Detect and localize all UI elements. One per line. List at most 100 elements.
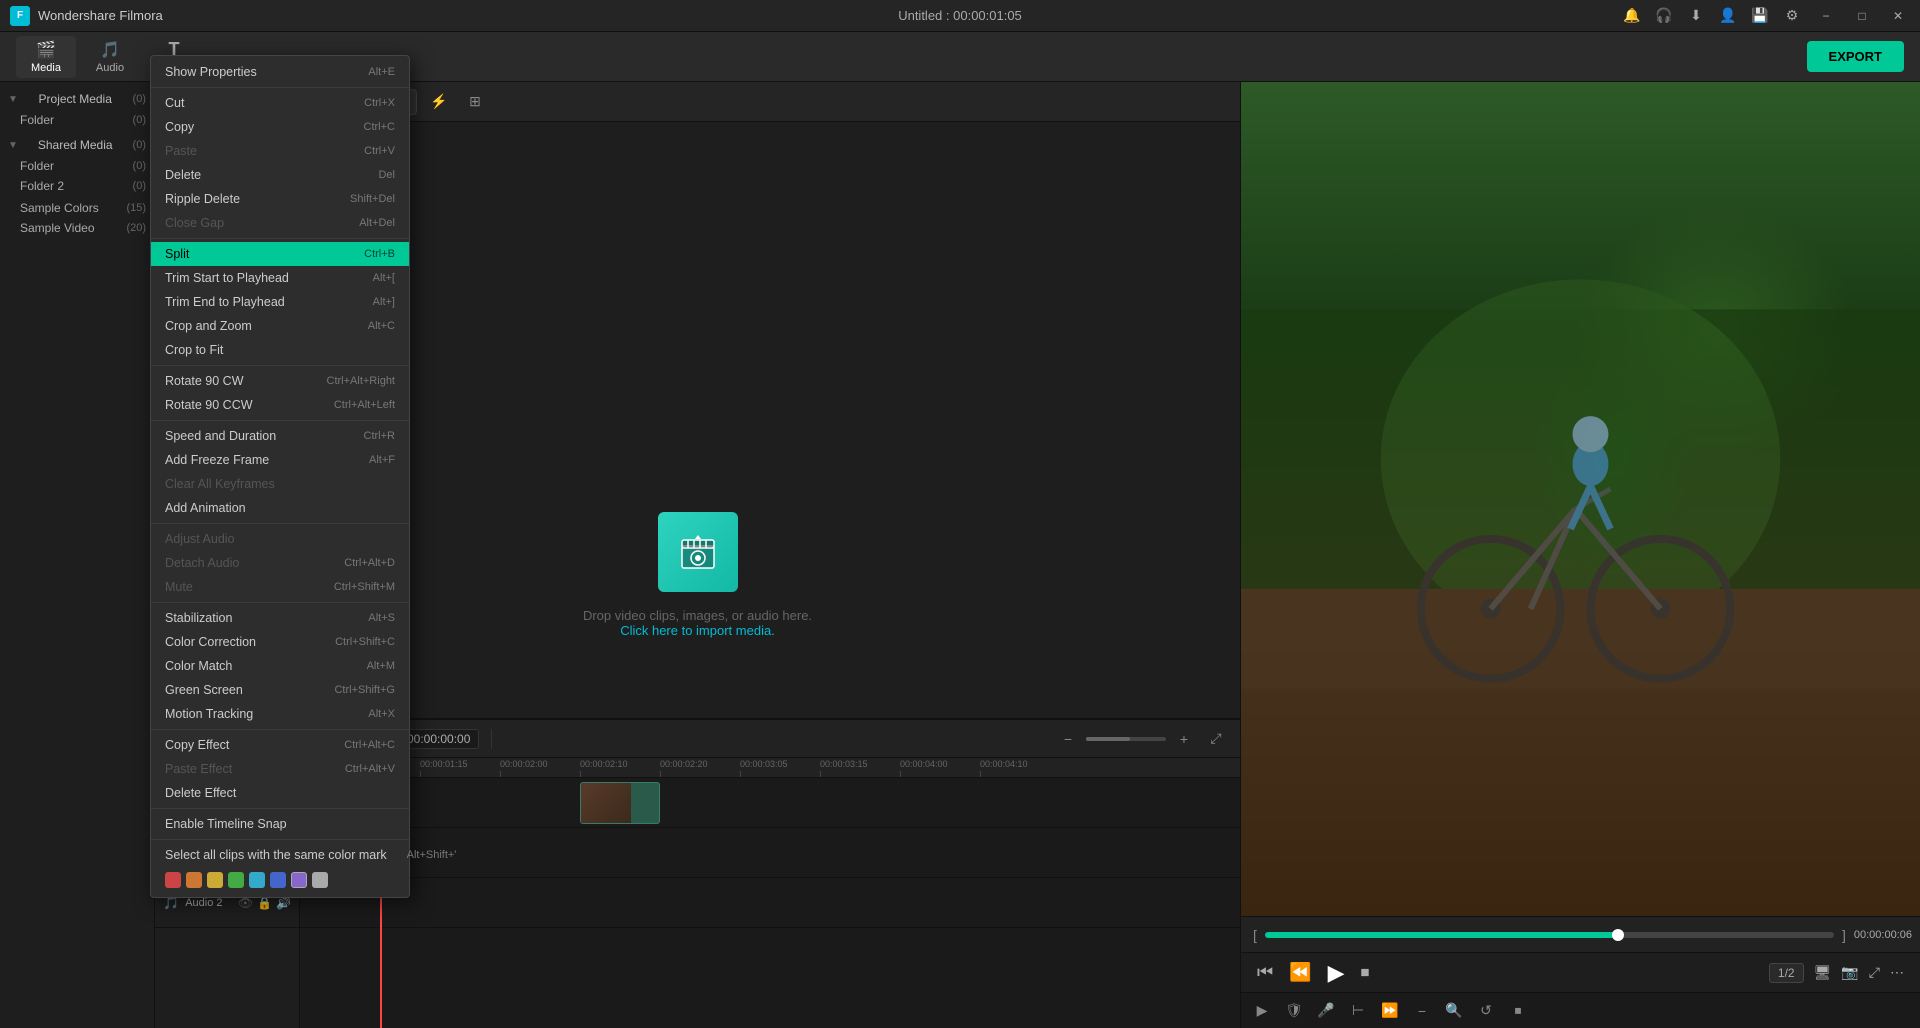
more-btn[interactable]: ⋯: [1890, 964, 1904, 981]
frame-back-btn[interactable]: ⏪: [1289, 962, 1311, 983]
ctx-motion-tracking[interactable]: Motion Tracking Alt+X: [151, 702, 409, 726]
color-mark-orange[interactable]: [186, 872, 202, 888]
color-mark-yellow[interactable]: [207, 872, 223, 888]
ctx-enable-snap[interactable]: Enable Timeline Snap: [151, 812, 409, 836]
filter-icon[interactable]: ⚡: [425, 88, 453, 116]
color-mark-red[interactable]: [165, 872, 181, 888]
project-media-folder[interactable]: Folder (0): [0, 110, 154, 130]
ctx-freeze-frame[interactable]: Add Freeze Frame Alt+F: [151, 448, 409, 472]
ctx-paste: Paste Ctrl+V: [151, 139, 409, 163]
project-media-arrow: [8, 94, 18, 105]
sec-speed-icon[interactable]: ⏩: [1377, 998, 1403, 1024]
import-clapper-icon[interactable]: [658, 512, 738, 592]
color-mark-cyan[interactable]: [249, 872, 265, 888]
ctx-speed-duration[interactable]: Speed and Duration Ctrl+R: [151, 424, 409, 448]
ctx-crop-zoom[interactable]: Crop and Zoom Alt+C: [151, 314, 409, 338]
ctx-rotate-cw[interactable]: Rotate 90 CW Ctrl+Alt+Right: [151, 369, 409, 393]
video-preview-image: [1241, 82, 1920, 916]
progress-knob[interactable]: [1612, 929, 1624, 941]
ctx-green-screen[interactable]: Green Screen Ctrl+Shift+G: [151, 678, 409, 702]
tl-zoom: − + ⤢: [1054, 725, 1230, 753]
tl-fullscreen[interactable]: ⤢: [1202, 725, 1230, 753]
sec-loop-icon[interactable]: ↺: [1473, 998, 1499, 1024]
right-panel: [ ] 00:00:00:06 ⏮ ⏪ ▶ ⏹ 1/2 🖥 📷 ⤢ ⋯ ▶ 🛡: [1240, 82, 1920, 1028]
video-controls-bar: [ ] 00:00:00:06: [1241, 916, 1920, 952]
headphone-icon[interactable]: 🎧: [1654, 6, 1674, 26]
sec-zoom-icon[interactable]: 🔍: [1441, 998, 1467, 1024]
skip-back-btn[interactable]: ⏮: [1257, 962, 1273, 983]
bracket-left-btn[interactable]: [: [1249, 927, 1261, 943]
grid-view-icon[interactable]: ⊞: [461, 88, 489, 116]
sample-colors-item[interactable]: Sample Colors (15): [0, 198, 154, 218]
audio-tab-icon: 🎵: [100, 40, 120, 60]
ctx-mute: Mute Ctrl+Shift+M: [151, 575, 409, 599]
ctx-copy[interactable]: Copy Ctrl+C: [151, 115, 409, 139]
sec-shield-icon[interactable]: 🛡: [1281, 998, 1307, 1024]
notification-icon[interactable]: 🔔: [1622, 6, 1642, 26]
save-icon[interactable]: 💾: [1750, 6, 1770, 26]
playback-ratio[interactable]: 1/2: [1769, 963, 1804, 983]
import-line2[interactable]: Click here to import media.: [583, 623, 812, 638]
playbar-right: 1/2 🖥 📷 ⤢ ⋯: [1769, 963, 1904, 983]
sec-play-icon[interactable]: ▶: [1249, 998, 1275, 1024]
shared-media-header[interactable]: Shared Media (0): [0, 134, 154, 156]
sec-stop2-icon[interactable]: ⏹: [1505, 998, 1531, 1024]
tl-clip-2[interactable]: [580, 782, 660, 824]
tl-zoom-bar[interactable]: [1086, 737, 1166, 741]
color-mark-gray[interactable]: [312, 872, 328, 888]
snapshot-btn[interactable]: 📷: [1841, 964, 1858, 981]
color-mark-purple[interactable]: [291, 872, 307, 888]
media-tab-label: Media: [31, 62, 61, 74]
sec-mic-icon[interactable]: 🎤: [1313, 998, 1339, 1024]
progress-bar[interactable]: [1265, 932, 1834, 938]
color-mark-blue[interactable]: [270, 872, 286, 888]
sec-minus-icon[interactable]: −: [1409, 998, 1435, 1024]
project-media-folder-count: (0): [133, 114, 146, 126]
export-button[interactable]: EXPORT: [1807, 41, 1904, 72]
ctx-color-correction[interactable]: Color Correction Ctrl+Shift+C: [151, 630, 409, 654]
ctx-cut[interactable]: Cut Ctrl+X: [151, 91, 409, 115]
fullscreen-btn[interactable]: ⤢: [1869, 964, 1880, 981]
screen-btn[interactable]: 🖥: [1814, 964, 1832, 981]
close-button[interactable]: ✕: [1886, 6, 1910, 26]
tab-media[interactable]: 🎬 Media: [16, 36, 76, 78]
minimize-button[interactable]: −: [1814, 6, 1838, 26]
sec-split-icon[interactable]: ⊢: [1345, 998, 1371, 1024]
sample-video-count: (20): [126, 222, 146, 234]
video-time: 00:00:00:06: [1854, 929, 1912, 941]
shared-media-label: Shared Media: [38, 138, 113, 152]
sample-video-item[interactable]: Sample Video (20): [0, 218, 154, 238]
ctx-crop-fit[interactable]: Crop to Fit: [151, 338, 409, 362]
ctx-show-properties[interactable]: Show Properties Alt+E: [151, 60, 409, 84]
play-btn[interactable]: ▶: [1328, 960, 1345, 986]
tl-zoom-in[interactable]: +: [1170, 725, 1198, 753]
ctx-trim-end[interactable]: Trim End to Playhead Alt+]: [151, 290, 409, 314]
ctx-trim-start[interactable]: Trim Start to Playhead Alt+[: [151, 266, 409, 290]
shared-media-folder[interactable]: Folder (0): [0, 156, 154, 176]
ctx-ripple-delete[interactable]: Ripple Delete Shift+Del: [151, 187, 409, 211]
ctx-select-color-mark[interactable]: Select all clips with the same color mar…: [151, 843, 409, 867]
shared-media-folder2[interactable]: Folder 2 (0): [0, 176, 154, 196]
download-icon[interactable]: ⬇: [1686, 6, 1706, 26]
ctx-delete[interactable]: Delete Del: [151, 163, 409, 187]
color-mark-green[interactable]: [228, 872, 244, 888]
ctx-color-match[interactable]: Color Match Alt+M: [151, 654, 409, 678]
tab-audio[interactable]: 🎵 Audio: [80, 36, 140, 78]
ctx-copy-effect[interactable]: Copy Effect Ctrl+Alt+C: [151, 733, 409, 757]
stop-btn[interactable]: ⏹: [1361, 962, 1370, 983]
video-play-bar: ⏮ ⏪ ▶ ⏹ 1/2 🖥 📷 ⤢ ⋯: [1241, 952, 1920, 992]
ctx-stabilization[interactable]: Stabilization Alt+S: [151, 606, 409, 630]
settings-icon[interactable]: ⚙: [1782, 6, 1802, 26]
project-media-header[interactable]: Project Media (0): [0, 88, 154, 110]
tl-zoom-out[interactable]: −: [1054, 725, 1082, 753]
ctx-detach-audio: Detach Audio Ctrl+Alt+D: [151, 551, 409, 575]
ctx-add-animation[interactable]: Add Animation: [151, 496, 409, 520]
ctx-split[interactable]: Split Ctrl+B: [151, 242, 409, 266]
ctx-sep9: [151, 839, 409, 840]
tl-video-track-row: [300, 778, 1240, 828]
ctx-rotate-ccw[interactable]: Rotate 90 CCW Ctrl+Alt+Left: [151, 393, 409, 417]
bracket-right-btn[interactable]: ]: [1838, 927, 1850, 943]
ctx-delete-effect[interactable]: Delete Effect: [151, 781, 409, 805]
maximize-button[interactable]: □: [1850, 6, 1874, 26]
user-icon[interactable]: 👤: [1718, 6, 1738, 26]
